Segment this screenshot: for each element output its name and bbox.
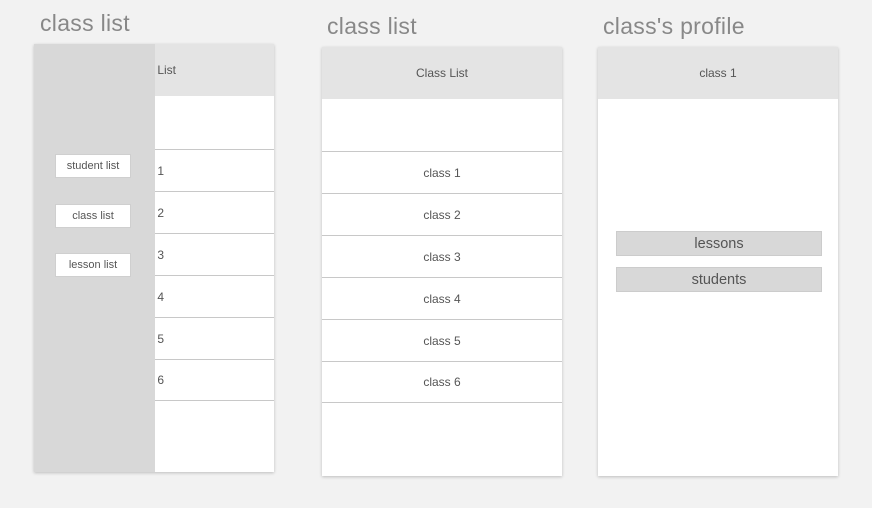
header-title: class 1 <box>699 66 737 80</box>
phone-frame-class-list: Class List class 1 class 2 class 3 class… <box>322 47 562 476</box>
navigation-header: Class List <box>322 47 562 99</box>
drawer-student-list-button[interactable]: student list <box>55 154 131 178</box>
class-list-row[interactable]: class 6 <box>322 361 562 403</box>
screen-title-class-list-drawer: class list <box>40 10 130 36</box>
phone-frame-class-profile: class 1 lessons students <box>598 47 838 476</box>
class-list-row[interactable]: class 1 <box>322 151 562 193</box>
lessons-button[interactable]: lessons <box>616 231 822 256</box>
phone-frame-class-list-drawer: ss List ss 1 ss 2 ss 3 ss 4 ss 5 ss 6 st… <box>34 44 274 472</box>
header-title: Class List <box>415 66 468 80</box>
drawer-class-list-button[interactable]: class list <box>55 204 131 228</box>
class-list-row[interactable]: class 2 <box>322 193 562 235</box>
class-list-row[interactable]: class 5 <box>322 319 562 361</box>
drawer-lesson-list-button[interactable]: lesson list <box>55 253 131 277</box>
screen-title-class-profile: class's profile <box>603 13 745 39</box>
side-drawer: student list class list lesson list <box>34 44 155 472</box>
students-button[interactable]: students <box>616 267 822 292</box>
class-list-row[interactable]: class 4 <box>322 277 562 319</box>
class-list-row[interactable]: class 3 <box>322 235 562 277</box>
screen-title-class-list: class list <box>327 13 417 39</box>
navigation-header: class 1 <box>598 47 838 99</box>
